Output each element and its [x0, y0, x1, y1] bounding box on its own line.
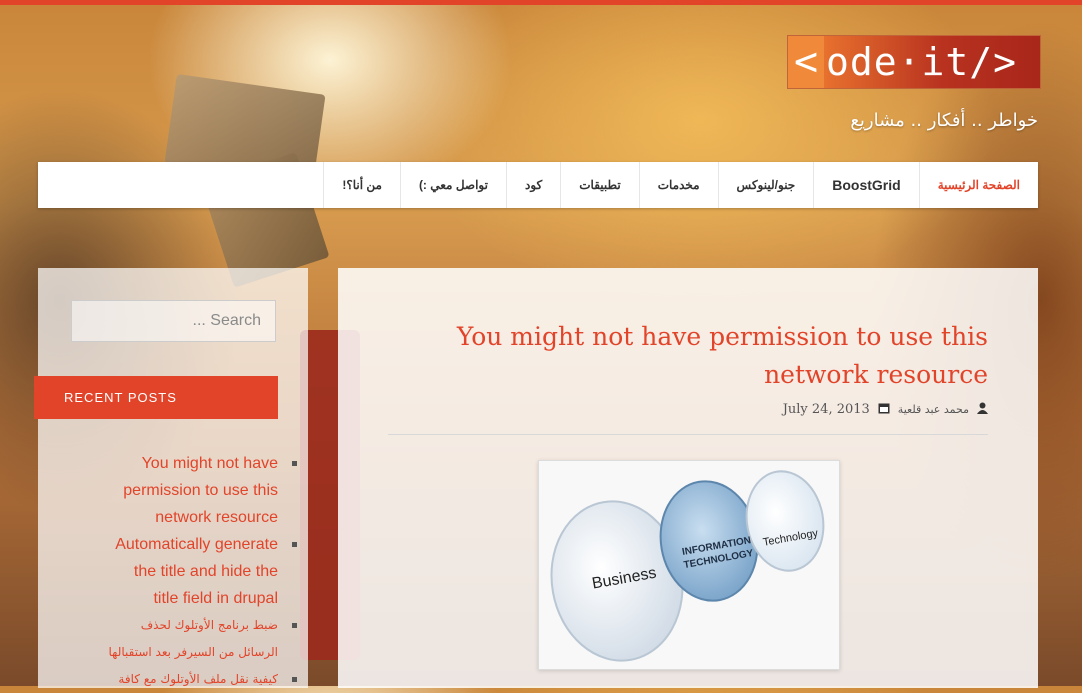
meta-divider — [388, 434, 988, 435]
recent-post-link[interactable]: You might not have permission to use thi… — [105, 450, 305, 531]
calendar-icon — [878, 402, 890, 417]
site-logo[interactable]: < ode·it/> — [787, 35, 1041, 89]
logo-text: ode·it/> — [824, 36, 1040, 88]
logo-bracket: < — [788, 36, 824, 88]
main-nav: الصفحة الرئيسية BoostGrid جنو/لينوكس مخد… — [38, 162, 1038, 208]
post-title[interactable]: You might not have permission to use thi… — [388, 318, 988, 394]
post-author[interactable]: محمد عبد قلعية — [898, 403, 969, 416]
nav-item-applications[interactable]: تطبيقات — [560, 162, 638, 208]
post-meta: محمد عبد قلعية July 24, 2013 — [783, 402, 988, 417]
recent-post-link[interactable]: Automatically generate the title and hid… — [105, 531, 305, 612]
post-featured-image[interactable]: Business INFORMATION TECHNOLOGY Technolo… — [538, 460, 840, 670]
top-accent-bar — [0, 0, 1082, 5]
nav-item-code[interactable]: كود — [505, 162, 560, 208]
recent-post-link[interactable]: ضبط برنامج الأوتلوك لحذف الرسائل من السي… — [105, 612, 305, 666]
recent-post-link[interactable]: كيفية نقل ملف الأوتلوك مع كافة — [105, 666, 305, 693]
recent-posts-list: You might not have permission to use thi… — [105, 450, 305, 693]
user-icon — [977, 402, 988, 417]
nav-item-contact[interactable]: تواصل معي :) — [399, 162, 506, 208]
nav-item-boostgrid[interactable]: BoostGrid — [813, 162, 918, 208]
nav-item-home[interactable]: الصفحة الرئيسية — [918, 162, 1038, 208]
search-input[interactable] — [71, 300, 276, 342]
post-date: July 24, 2013 — [782, 402, 870, 417]
nav-item-servers[interactable]: مخدمات — [638, 162, 718, 208]
recent-posts-heading: RECENT POSTS — [34, 376, 278, 419]
nav-item-gnu-linux[interactable]: جنو/لينوكس — [717, 162, 814, 208]
nav-item-about[interactable]: من أنا؟! — [323, 162, 400, 208]
site-tagline: خواطر .. أفكار .. مشاريع — [850, 110, 1038, 131]
